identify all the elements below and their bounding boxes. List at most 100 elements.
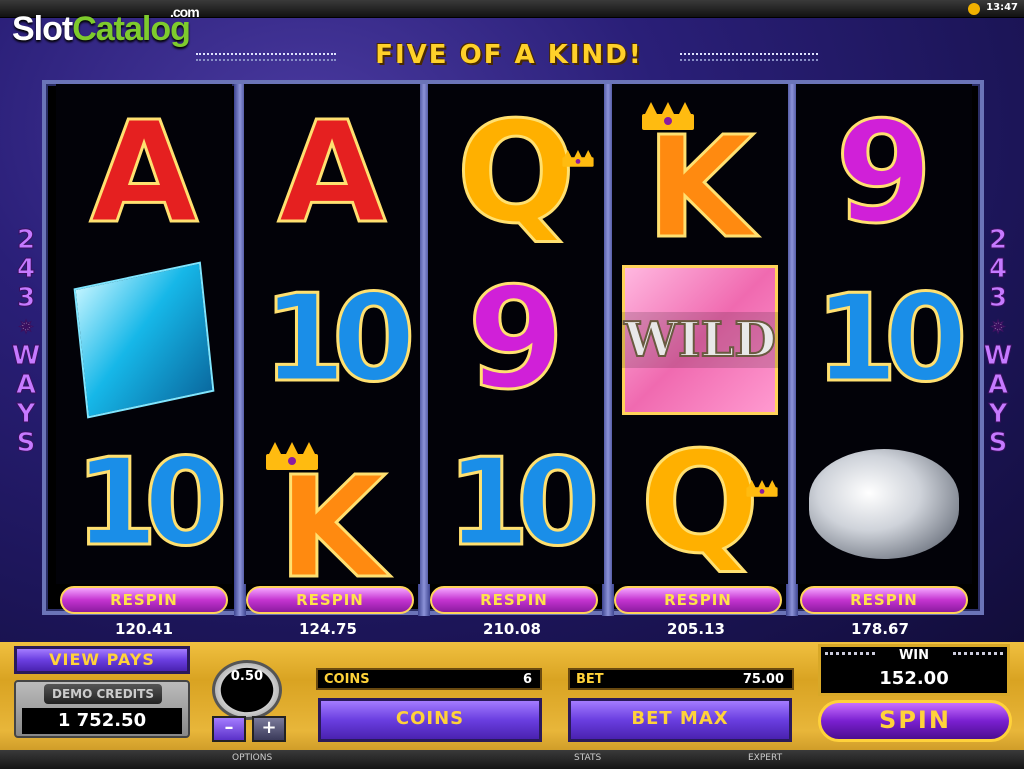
ways-char: 2: [988, 225, 1008, 255]
sparkle-icon: ✵: [990, 317, 1006, 339]
symbol-9-text: 9: [466, 258, 566, 421]
alarm-icon: [968, 3, 980, 15]
options-menu[interactable]: OPTIONS: [232, 753, 272, 763]
crown-icon: [642, 102, 694, 130]
ways-label-left: 2 4 3 ✵ W A Y S: [11, 225, 41, 458]
ways-char: S: [16, 428, 36, 458]
win-value: 152.00: [879, 668, 949, 689]
crown-icon: [562, 150, 594, 167]
ways-char: A: [987, 370, 1009, 400]
reel-5: 9 10: [796, 84, 972, 584]
ways-char: 4: [16, 254, 36, 284]
symbol-10-text: 10: [813, 270, 969, 409]
crown-icon: [266, 442, 318, 470]
ways-char: Y: [988, 399, 1008, 429]
view-pays-button[interactable]: VIEW PAYS: [14, 646, 190, 674]
symbol-a-text: A: [88, 92, 199, 255]
logo-part1: Slot: [12, 10, 73, 48]
respin-button-reel-5[interactable]: RESPIN: [800, 586, 968, 614]
stats-menu[interactable]: STATS: [574, 753, 601, 763]
symbol-10-text: 10: [445, 434, 601, 573]
symbol-10: 10: [428, 424, 604, 584]
symbol-10-text: 10: [261, 270, 417, 409]
ways-char: A: [15, 370, 37, 400]
symbol-10-text: 10: [73, 434, 229, 573]
symbol-9: 9: [428, 260, 604, 420]
win-display: WIN 152.00: [818, 644, 1010, 696]
blue-gem-icon: [56, 260, 232, 420]
slotcatalog-logo: SlotCatalog .com: [12, 4, 200, 49]
symbol-k-text: K: [644, 107, 755, 270]
crown-icon: [746, 480, 778, 497]
symbol-k: K: [612, 94, 788, 260]
win-label: WIN: [898, 648, 930, 663]
chain-decoration: [953, 652, 1003, 655]
bet-value: 75.00: [742, 672, 784, 687]
white-diamond-icon: [796, 424, 972, 584]
coin-size-minus-button[interactable]: –: [212, 716, 246, 742]
spin-button[interactable]: SPIN: [818, 700, 1012, 742]
wild-text: WILD: [620, 311, 780, 369]
ways-label-right: 2 4 3 ✵ W A Y S: [983, 225, 1013, 458]
logo-suffix: .com: [170, 4, 200, 20]
ways-char: Y: [16, 399, 36, 429]
demo-credits-label: DEMO CREDITS: [44, 684, 162, 704]
coin-size-display: 0.50: [212, 660, 282, 720]
white-diamond-shape: [809, 449, 959, 559]
ways-char: W: [983, 341, 1013, 371]
respin-cost-reel-4: 205.13: [667, 620, 725, 638]
symbol-a-text: A: [276, 92, 387, 255]
ways-char: W: [11, 341, 41, 371]
ways-char: S: [988, 428, 1008, 458]
wild-symbol: WILD: [612, 260, 788, 420]
bottom-menu-bar: OPTIONS STATS EXPERT: [0, 750, 1024, 769]
coin-size-plus-button[interactable]: +: [252, 716, 286, 742]
symbol-q: Q: [612, 424, 788, 584]
coins-button[interactable]: COINS: [318, 698, 542, 742]
respin-button-reel-4[interactable]: RESPIN: [614, 586, 782, 614]
win-headline: FIVE OF A KIND!: [375, 40, 643, 70]
respin-cost-reel-1: 120.41: [115, 620, 173, 638]
clock-text: 13:47: [986, 2, 1018, 13]
reel-2: A 10 K: [244, 84, 420, 600]
symbol-k-text: K: [276, 447, 387, 610]
coins-display: COINS 6: [316, 668, 542, 690]
bet-display: BET 75.00: [568, 668, 794, 690]
respin-button-reel-2[interactable]: RESPIN: [246, 586, 414, 614]
symbol-10: 10: [244, 260, 420, 420]
chain-decoration: [825, 652, 875, 655]
ways-char: 3: [16, 283, 36, 313]
ways-char: 3: [988, 283, 1008, 313]
respin-cost-reel-3: 210.08: [483, 620, 541, 638]
sparkle-icon: ✵: [18, 317, 34, 339]
ways-char: 2: [16, 225, 36, 255]
chain-decoration-right: [680, 53, 818, 61]
bet-max-button[interactable]: BET MAX: [568, 698, 792, 742]
expert-menu[interactable]: EXPERT: [748, 753, 782, 763]
chain-decoration-left: [196, 53, 336, 61]
reel-4: K WILD Q: [612, 84, 788, 584]
symbol-q-text: Q: [639, 422, 761, 585]
reel-1: A 10: [56, 84, 232, 584]
reel-3: Q 9 10: [428, 84, 604, 584]
wild-tile: WILD: [620, 265, 780, 415]
demo-credits-value: 1 752.50: [22, 708, 182, 734]
symbol-a: A: [244, 94, 420, 254]
blue-gem-shape: [73, 261, 215, 419]
respin-button-reel-1[interactable]: RESPIN: [60, 586, 228, 614]
bet-label: BET: [576, 672, 604, 687]
coin-size-value: 0.50: [220, 667, 274, 713]
ways-char: 4: [988, 254, 1008, 284]
symbol-9-text: 9: [834, 92, 934, 255]
symbol-q: Q: [428, 94, 604, 254]
symbol-10: 10: [796, 260, 972, 420]
symbol-a: A: [56, 94, 232, 254]
symbol-q-text: Q: [455, 92, 577, 255]
symbol-9: 9: [796, 94, 972, 254]
respin-button-reel-3[interactable]: RESPIN: [430, 586, 598, 614]
symbol-10: 10: [56, 424, 232, 584]
coins-label: COINS: [324, 672, 370, 687]
demo-credits-box: DEMO CREDITS 1 752.50: [14, 680, 190, 738]
symbol-k: K: [244, 434, 420, 600]
respin-cost-reel-2: 124.75: [299, 620, 357, 638]
